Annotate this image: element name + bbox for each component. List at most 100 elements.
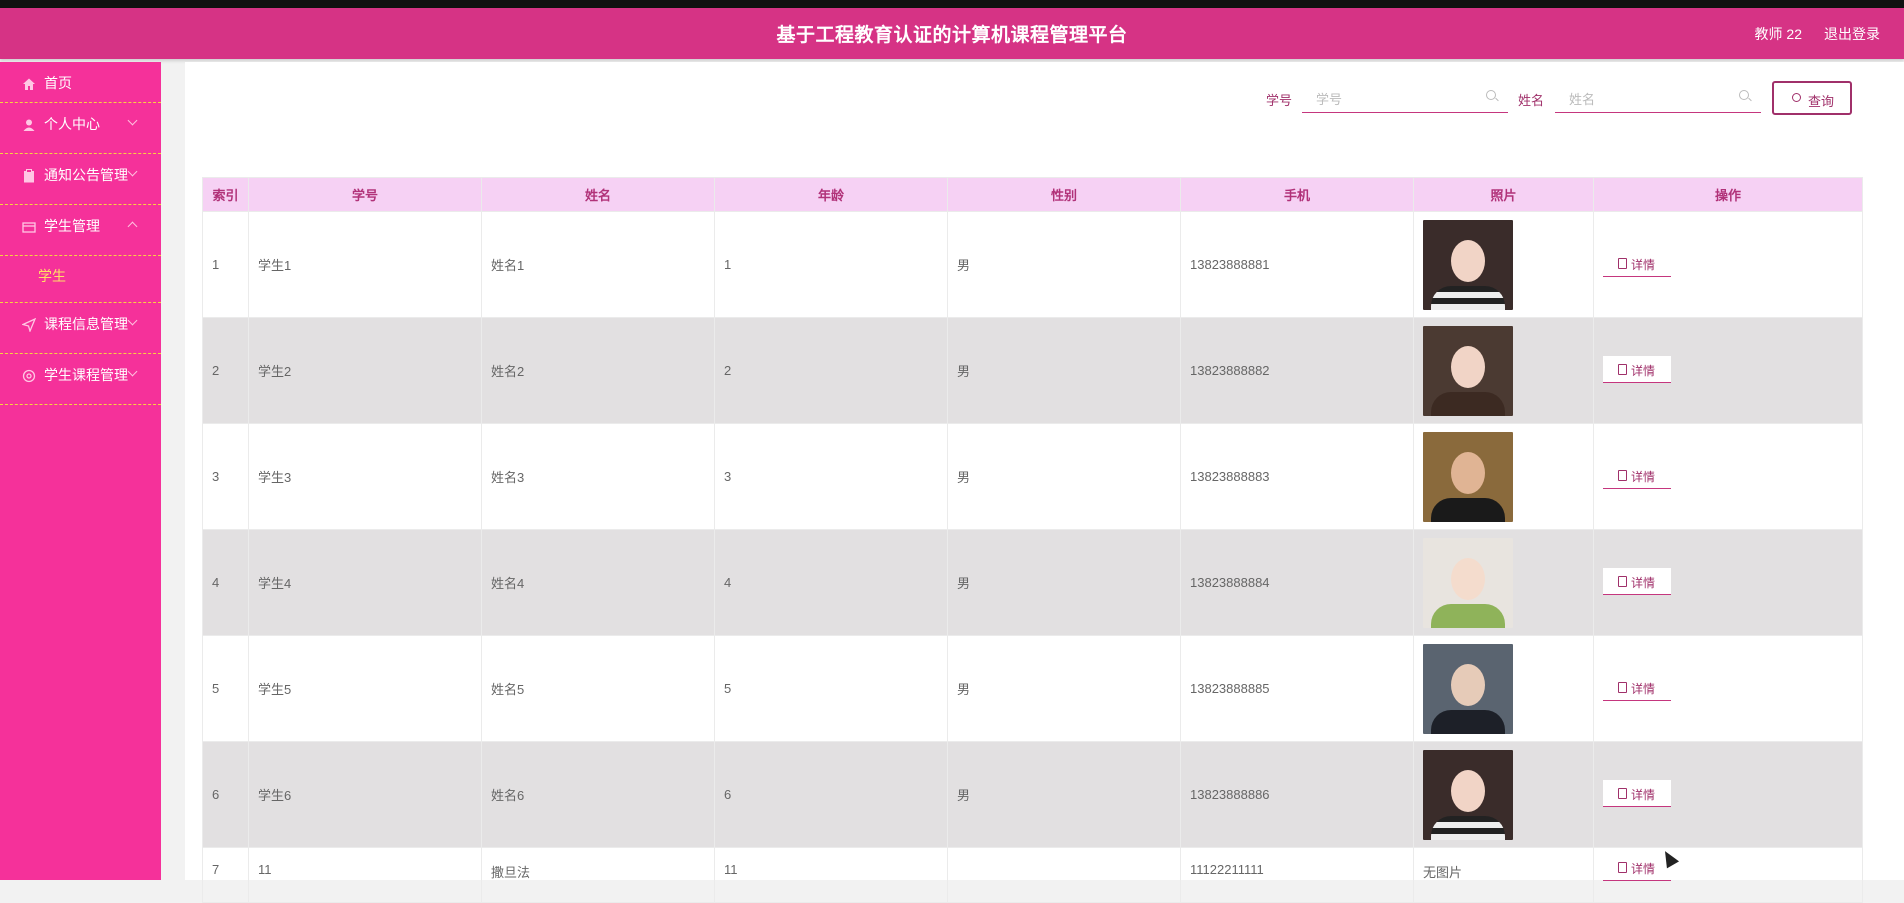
table-row: 5 学生5 姓名5 5 男 13823888885 详情 xyxy=(202,635,1863,742)
cell-phone: 11122211111 xyxy=(1180,847,1414,903)
cell-actions: 详情 xyxy=(1593,529,1863,636)
xingming-search-input[interactable]: 姓名 xyxy=(1555,80,1761,113)
detail-button[interactable]: 详情 xyxy=(1603,779,1671,807)
chevron-up-icon xyxy=(127,221,138,232)
main-content: 学号 学号 姓名 姓名 查询 索引 学号 姓名 年龄 性别 手机 照片 操作 1… xyxy=(185,62,1904,903)
student-photo[interactable] xyxy=(1423,219,1513,310)
cell-xuehao: 学生4 xyxy=(248,529,482,636)
sidebar-item-home[interactable]: 首页 xyxy=(0,62,161,103)
detail-button-label: 详情 xyxy=(1631,862,1656,876)
photo-body xyxy=(1431,709,1505,734)
column-header-phone[interactable]: 手机 xyxy=(1180,177,1414,212)
document-icon xyxy=(1618,681,1627,693)
table-row: 3 学生3 姓名3 3 男 13823888883 详情 xyxy=(202,423,1863,530)
cell-name: 姓名1 xyxy=(481,211,715,318)
cell-name: 姓名2 xyxy=(481,317,715,424)
sidebar-subitem-student[interactable]: 学生 xyxy=(0,256,161,303)
photo-face xyxy=(1451,557,1485,600)
xuehao-placeholder: 学号 xyxy=(1316,92,1343,107)
cell-name: 姓名4 xyxy=(481,529,715,636)
table-row: 2 学生2 姓名2 2 男 13823888882 详情 xyxy=(202,317,1863,424)
photo-face xyxy=(1451,451,1485,494)
chevron-down-icon xyxy=(127,315,138,326)
sidebar-item-label: 课程信息管理 xyxy=(44,316,128,332)
table-row: 4 学生4 姓名4 4 男 13823888884 详情 xyxy=(202,529,1863,636)
detail-button-label: 详情 xyxy=(1631,787,1656,802)
photo-face xyxy=(1451,345,1485,388)
cell-photo xyxy=(1413,741,1594,848)
cell-xuehao: 学生1 xyxy=(248,211,482,318)
app-title: 基于工程教育认证的计算机课程管理平台 xyxy=(776,25,1128,46)
query-button[interactable]: 查询 xyxy=(1772,81,1852,115)
cell-xuehao: 学生3 xyxy=(248,423,482,530)
detail-button[interactable]: 详情 xyxy=(1603,567,1671,595)
sidebar-item-student-course-management[interactable]: 学生课程管理 xyxy=(0,354,161,405)
detail-button-label: 详情 xyxy=(1631,363,1656,378)
student-photo[interactable] xyxy=(1423,537,1513,628)
sidebar-item-label: 学生课程管理 xyxy=(44,367,128,383)
student-photo[interactable] xyxy=(1423,643,1513,734)
photo-face xyxy=(1451,769,1485,812)
cell-gender: 男 xyxy=(947,423,1181,530)
cell-age: 6 xyxy=(714,741,948,848)
gear-icon xyxy=(22,369,36,383)
table-row: 1 学生1 姓名1 1 男 13823888881 详情 xyxy=(202,211,1863,318)
xuehao-search-input[interactable]: 学号 xyxy=(1302,80,1508,113)
search-icon xyxy=(1792,93,1801,102)
cell-age: 3 xyxy=(714,423,948,530)
sidebar-item-label: 学生管理 xyxy=(44,218,100,234)
cell-gender: 男 xyxy=(947,635,1181,742)
detail-button[interactable]: 详情 xyxy=(1603,249,1671,277)
column-header-xuehao[interactable]: 学号 xyxy=(248,177,482,212)
photo-body xyxy=(1431,603,1505,628)
cell-phone: 13823888886 xyxy=(1180,741,1414,848)
cell-xuehao: 学生6 xyxy=(248,741,482,848)
cell-phone: 13823888883 xyxy=(1180,423,1414,530)
cell-photo xyxy=(1413,211,1594,318)
sidebar-item-label: 通知公告管理 xyxy=(44,167,128,183)
sidebar-subitem-label: 学生 xyxy=(38,268,66,284)
column-header-index[interactable]: 索引 xyxy=(202,177,249,212)
detail-button-label: 详情 xyxy=(1631,257,1656,272)
student-photo[interactable] xyxy=(1423,325,1513,416)
detail-button-label: 详情 xyxy=(1631,575,1656,590)
column-header-gender[interactable]: 性别 xyxy=(947,177,1181,212)
cell-xuehao: 学生2 xyxy=(248,317,482,424)
student-photo[interactable] xyxy=(1423,749,1513,840)
sidebar-item-notice-management[interactable]: 通知公告管理 xyxy=(0,154,161,205)
sidebar-item-course-info-management[interactable]: 课程信息管理 xyxy=(0,303,161,354)
cell-actions: 详情 xyxy=(1593,211,1863,318)
cell-index: 1 xyxy=(202,211,249,318)
column-header-name[interactable]: 姓名 xyxy=(481,177,715,212)
detail-button[interactable]: 详情 xyxy=(1603,355,1671,383)
student-table: 索引 学号 姓名 年龄 性别 手机 照片 操作 1 学生1 姓名1 1 男 13… xyxy=(202,177,1863,903)
cell-actions: 详情 xyxy=(1593,847,1863,903)
detail-button[interactable]: 详情 xyxy=(1603,461,1671,489)
user-icon xyxy=(22,118,36,132)
cell-age: 1 xyxy=(714,211,948,318)
photo-face xyxy=(1451,239,1485,282)
cell-phone: 13823888885 xyxy=(1180,635,1414,742)
cell-gender: 男 xyxy=(947,741,1181,848)
detail-button[interactable]: 详情 xyxy=(1603,673,1671,701)
cell-name: 姓名3 xyxy=(481,423,715,530)
photo-body xyxy=(1431,391,1505,416)
cell-name: 姓名6 xyxy=(481,741,715,848)
sidebar-item-student-management[interactable]: 学生管理 xyxy=(0,205,161,256)
sidebar-item-label: 首页 xyxy=(44,75,72,91)
photo-body xyxy=(1431,497,1505,522)
search-icon xyxy=(1486,90,1496,100)
column-header-photo[interactable]: 照片 xyxy=(1413,177,1594,212)
cell-age: 5 xyxy=(714,635,948,742)
cell-gender: 男 xyxy=(947,529,1181,636)
column-header-actions[interactable]: 操作 xyxy=(1593,177,1863,212)
cell-age: 2 xyxy=(714,317,948,424)
table-row: 6 学生6 姓名6 6 男 13823888886 详情 xyxy=(202,741,1863,848)
photo-body xyxy=(1431,815,1505,840)
student-photo[interactable] xyxy=(1423,431,1513,522)
xingming-placeholder: 姓名 xyxy=(1569,92,1596,107)
column-header-age[interactable]: 年龄 xyxy=(714,177,948,212)
cell-photo xyxy=(1413,317,1594,424)
sidebar-item-personal-center[interactable]: 个人中心 xyxy=(0,103,161,154)
logout-link[interactable]: 退出登录 xyxy=(1824,24,1880,44)
